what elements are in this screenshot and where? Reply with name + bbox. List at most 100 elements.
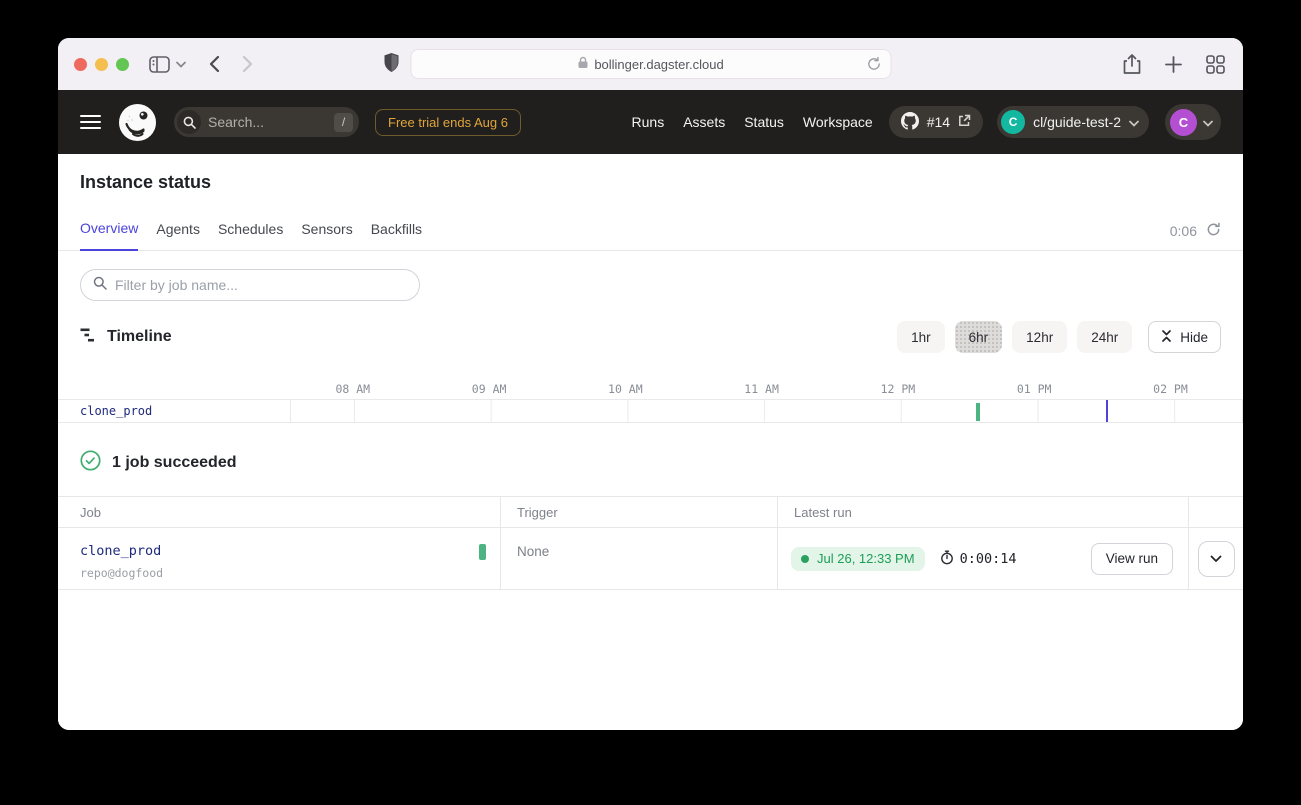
summary-row: 1 job succeeded [58, 423, 1243, 496]
tab-sensors[interactable]: Sensors [301, 221, 352, 250]
countdown-value: 0:06 [1170, 223, 1197, 239]
user-avatar: C [1170, 109, 1197, 136]
lock-icon [577, 56, 588, 72]
range-12hr-button[interactable]: 12hr [1012, 321, 1067, 353]
timeline-axis: 08 AM 09 AM 10 AM 11 AM 12 PM 01 PM 02 P… [290, 382, 1240, 399]
tab-backfills[interactable]: Backfills [371, 221, 422, 250]
deployment-name: cl/guide-test-2 [1033, 114, 1121, 130]
menu-icon[interactable] [80, 115, 101, 130]
range-6hr-button[interactable]: 6hr [955, 321, 1003, 353]
latest-run-time: Jul 26, 12:33 PM [817, 551, 915, 566]
range-1hr-button[interactable]: 1hr [897, 321, 945, 353]
github-version-button[interactable]: #14 [889, 106, 983, 138]
nav-link-workspace[interactable]: Workspace [803, 114, 873, 130]
forward-icon[interactable] [242, 55, 254, 73]
deployment-switcher[interactable]: C cl/guide-test-2 [997, 106, 1149, 138]
run-marker[interactable] [976, 403, 980, 421]
timeline-header: Timeline 1hr 6hr 12hr 24hr Hide [58, 301, 1243, 353]
filter-row [58, 251, 1243, 301]
range-buttons: 1hr 6hr 12hr 24hr Hide [897, 321, 1221, 353]
dagster-logo[interactable] [119, 104, 156, 141]
maximize-window-icon[interactable] [116, 58, 129, 71]
timeline-row-label[interactable]: clone_prod [58, 400, 290, 422]
timeline-heading: Timeline [107, 328, 172, 346]
tab-overview-icon[interactable] [1206, 55, 1225, 74]
summary-text: 1 job succeeded [112, 454, 237, 472]
tab-bar: Overview Agents Schedules Sensors Backfi… [58, 220, 1243, 251]
sidebar-chevron-down-icon[interactable] [176, 61, 186, 68]
user-menu[interactable]: C [1165, 104, 1221, 140]
url-text: bollinger.dagster.cloud [594, 57, 723, 72]
hide-label: Hide [1180, 330, 1208, 345]
timeline-row: clone_prod [58, 399, 1243, 423]
browser-toolbar: bollinger.dagster.cloud [58, 38, 1243, 90]
page-title: Instance status [80, 172, 1221, 193]
github-ref-label: #14 [927, 114, 950, 130]
back-icon[interactable] [208, 55, 220, 73]
search-icon [177, 110, 201, 134]
nav-link-status[interactable]: Status [744, 114, 784, 130]
reload-icon[interactable] [866, 56, 881, 75]
column-header-job: Job [58, 496, 500, 528]
axis-tick: 09 AM [472, 382, 507, 396]
privacy-shield-icon[interactable] [383, 52, 400, 74]
minimize-window-icon[interactable] [95, 58, 108, 71]
instance-status-page: Instance status Overview Agents Schedule… [58, 154, 1243, 730]
run-duration: 0:00:14 [940, 550, 1017, 568]
stopwatch-icon [940, 550, 954, 568]
deployment-avatar: C [1001, 110, 1025, 134]
axis-tick: 12 PM [881, 382, 916, 396]
jobs-table: Job Trigger Latest run clone_prod repo@d… [58, 496, 1243, 590]
axis-tick: 10 AM [608, 382, 643, 396]
latest-run-link[interactable]: Jul 26, 12:33 PM [791, 547, 925, 571]
view-run-button[interactable]: View run [1091, 543, 1173, 575]
duration-value: 0:00:14 [960, 551, 1017, 567]
browser-window: bollinger.dagster.cloud [58, 38, 1243, 730]
axis-tick: 11 AM [744, 382, 779, 396]
tab-overview[interactable]: Overview [80, 220, 138, 251]
job-status-indicator[interactable] [479, 544, 486, 560]
search-icon [93, 276, 107, 295]
refresh-icon[interactable] [1206, 222, 1221, 240]
nav-link-runs[interactable]: Runs [632, 114, 665, 130]
timeline-icon [80, 327, 96, 348]
job-location: repo@dogfood [80, 566, 500, 580]
new-tab-icon[interactable] [1165, 56, 1182, 73]
nav-link-assets[interactable]: Assets [683, 114, 725, 130]
global-search-input[interactable]: / [174, 107, 359, 137]
collapse-icon [1161, 330, 1172, 345]
run-status-dot [801, 555, 809, 563]
table-row-actions-cell [1188, 528, 1243, 590]
trial-badge: Free trial ends Aug 6 [375, 109, 521, 136]
now-marker [1106, 400, 1108, 422]
url-bar[interactable]: bollinger.dagster.cloud [410, 49, 891, 79]
timeline-track [290, 400, 1243, 422]
search-field[interactable] [208, 114, 327, 130]
axis-tick: 01 PM [1017, 382, 1052, 396]
range-24hr-button[interactable]: 24hr [1077, 321, 1132, 353]
axis-tick: 08 AM [335, 382, 370, 396]
job-link[interactable]: clone_prod [80, 543, 161, 559]
job-filter-input[interactable] [80, 269, 420, 301]
axis-tick: 02 PM [1153, 382, 1188, 396]
window-controls [74, 58, 129, 71]
external-link-icon [958, 114, 971, 130]
column-header-actions [1188, 496, 1243, 528]
job-filter-field[interactable] [115, 277, 407, 293]
column-header-trigger: Trigger [500, 496, 777, 528]
column-header-latest-run: Latest run [777, 496, 1188, 528]
hide-timeline-button[interactable]: Hide [1148, 321, 1221, 353]
sidebar-toggle-icon[interactable] [149, 56, 170, 73]
tab-schedules[interactable]: Schedules [218, 221, 283, 250]
nav-links: Runs Assets Status Workspace [632, 114, 873, 130]
table-row-latest-run-cell: Jul 26, 12:33 PM 0:00:14 View run [777, 528, 1188, 590]
chevron-down-icon [1203, 115, 1213, 130]
table-row-job-cell: clone_prod repo@dogfood [58, 528, 500, 590]
tab-agents[interactable]: Agents [156, 221, 200, 250]
close-window-icon[interactable] [74, 58, 87, 71]
row-menu-button[interactable] [1198, 541, 1235, 577]
timeline-title: Timeline [80, 327, 172, 348]
share-icon[interactable] [1123, 53, 1141, 75]
search-shortcut-key: / [334, 113, 353, 132]
app-navbar: / Free trial ends Aug 6 Runs Assets Stat… [58, 90, 1243, 154]
